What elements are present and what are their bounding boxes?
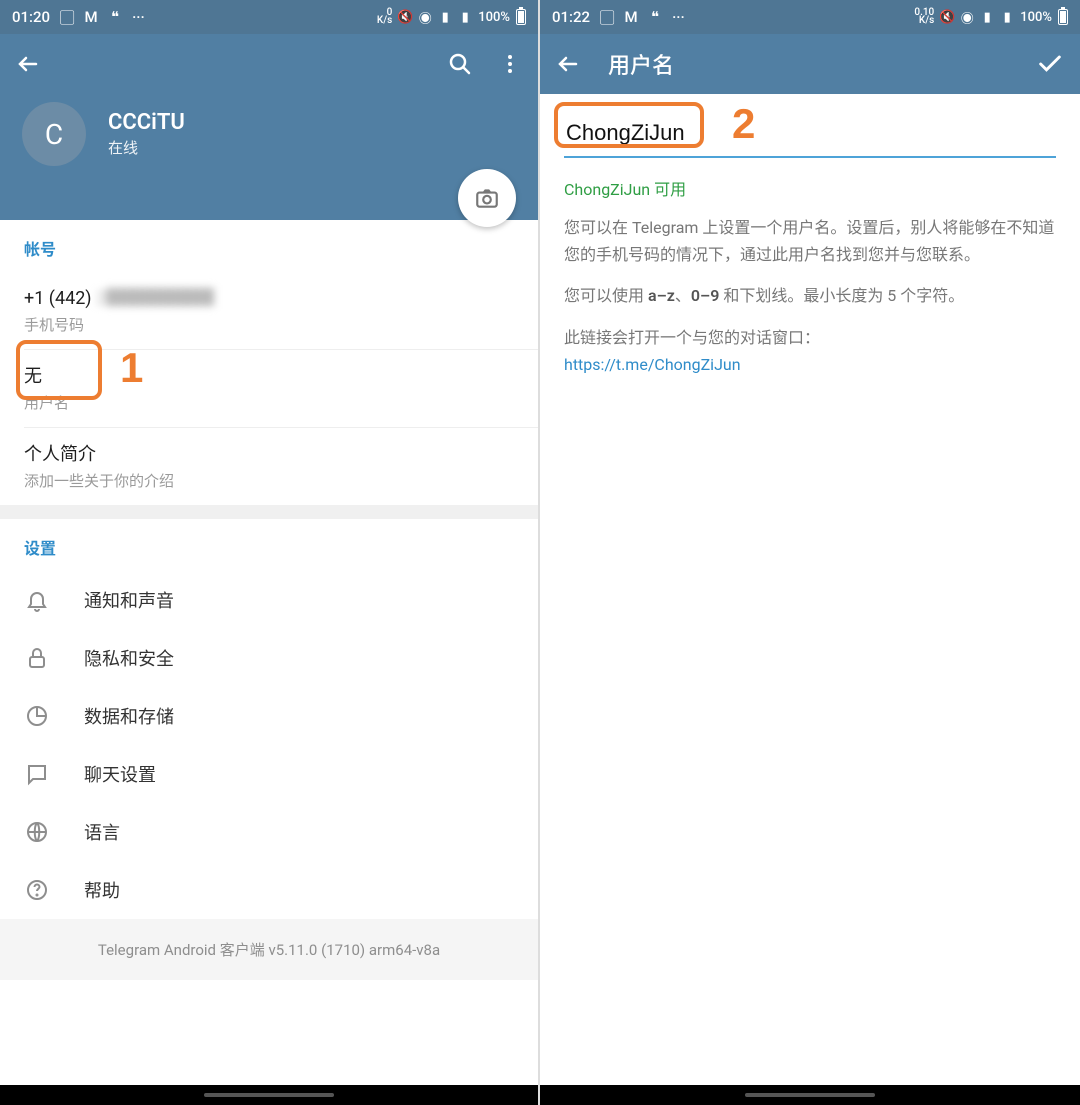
more-indicator: ···: [672, 8, 685, 26]
username-input[interactable]: [564, 114, 1056, 158]
chat-icon: [24, 761, 50, 787]
bio-row[interactable]: 个人简介 添加一些关于你的介绍: [0, 428, 538, 505]
signal2-icon: ▮: [1000, 10, 1014, 24]
net-speed: 0.10 K/s: [914, 9, 934, 25]
bell-icon: [24, 587, 50, 613]
account-section-title: 帐号: [0, 220, 538, 272]
username-link[interactable]: https://t.me/ChongZiJun: [564, 355, 1056, 374]
settings-item-label: 数据和存储: [84, 703, 174, 729]
settings-language[interactable]: 语言: [0, 803, 538, 861]
image-icon: ▢: [60, 10, 74, 24]
profile-header: C CCCiTU 在线: [0, 94, 538, 220]
wifi-icon: ◉: [960, 10, 974, 24]
lock-icon: [24, 645, 50, 671]
settings-notifications[interactable]: 通知和声音: [0, 571, 538, 629]
status-time: 01:22: [552, 8, 590, 26]
android-nav-bar: [0, 1085, 538, 1105]
info-paragraph-1: 您可以在 Telegram 上设置一个用户名。设置后，别人将能够在不知道您的手机…: [564, 214, 1056, 268]
profile-status: 在线: [108, 137, 185, 158]
confirm-button[interactable]: [1036, 50, 1064, 78]
callout-number-2: 2: [732, 100, 755, 148]
bio-title: 个人简介: [24, 440, 514, 466]
more-indicator: ···: [132, 8, 145, 26]
username-label: 用户名: [24, 392, 514, 413]
username-edit-screen: 01:22 ▢ M ❝ ··· 0.10 K/s 🔇 ◉ ▮ ▮ 100% 用户…: [540, 0, 1080, 1105]
username-available: ChongZiJun 可用: [564, 176, 1056, 200]
mail-icon: M: [84, 10, 98, 24]
signal-icon: ▮: [980, 10, 994, 24]
settings-help[interactable]: 帮助: [0, 861, 538, 919]
settings-item-label: 聊天设置: [84, 761, 156, 787]
settings-section-title: 设置: [0, 519, 538, 571]
status-bar: 01:22 ▢ M ❝ ··· 0.10 K/s 🔇 ◉ ▮ ▮ 100%: [540, 0, 1080, 34]
app-bar: 用户名: [540, 34, 1080, 94]
settings-data[interactable]: 数据和存储: [0, 687, 538, 745]
hangouts-icon: ❝: [648, 10, 662, 24]
mute-icon: 🔇: [398, 10, 412, 24]
signal-icon: ▮: [438, 10, 452, 24]
change-photo-button[interactable]: [458, 169, 516, 227]
info-paragraph-3: 此链接会打开一个与您的对话窗口：: [564, 324, 1056, 351]
settings-privacy[interactable]: 隐私和安全: [0, 629, 538, 687]
settings-screen: 01:20 ▢ M ❝ ··· 0 K/s 🔇 ◉ ▮ ▮ 100% C: [0, 0, 540, 1105]
mail-icon: M: [624, 10, 638, 24]
net-speed: 0 K/s: [377, 9, 392, 25]
phone-row[interactable]: +1 (442) 2██████ 手机号码: [0, 272, 538, 349]
mute-icon: 🔇: [940, 10, 954, 24]
battery-percent: 100%: [1020, 10, 1052, 25]
battery-icon: [516, 9, 526, 25]
android-nav-bar: [540, 1085, 1080, 1105]
status-bar: 01:20 ▢ M ❝ ··· 0 K/s 🔇 ◉ ▮ ▮ 100%: [0, 0, 538, 34]
app-bar: [0, 34, 538, 94]
hangouts-icon: ❝: [108, 10, 122, 24]
battery-percent: 100%: [478, 10, 510, 25]
settings-item-label: 隐私和安全: [84, 645, 174, 671]
back-button[interactable]: [556, 52, 580, 76]
settings-item-label: 帮助: [84, 877, 120, 903]
settings-item-label: 通知和声音: [84, 587, 174, 613]
profile-name: CCCiTU: [108, 110, 185, 135]
phone-label: 手机号码: [24, 314, 514, 335]
bio-hint: 添加一些关于你的介绍: [24, 470, 514, 491]
settings-item-label: 语言: [84, 819, 120, 845]
section-gap: [0, 505, 538, 519]
phone-value: +1 (442) 2██████: [24, 284, 514, 310]
signal2-icon: ▮: [458, 10, 472, 24]
info-paragraph-2: 您可以使用 a–z、0–9 和下划线。最小长度为 5 个字符。: [564, 282, 1056, 309]
version-footer: Telegram Android 客户端 v5.11.0 (1710) arm6…: [0, 919, 538, 980]
help-icon: [24, 877, 50, 903]
back-button[interactable]: [16, 52, 40, 76]
avatar-initial: C: [45, 118, 63, 151]
search-button[interactable]: [448, 52, 472, 76]
wifi-icon: ◉: [418, 10, 432, 24]
globe-icon: [24, 819, 50, 845]
screen-title: 用户名: [608, 48, 674, 80]
more-menu-button[interactable]: [498, 52, 522, 76]
battery-icon: [1058, 9, 1068, 25]
username-value: 无: [24, 362, 514, 388]
username-row[interactable]: 无 用户名: [0, 350, 538, 427]
status-time: 01:20: [12, 8, 50, 26]
image-icon: ▢: [600, 10, 614, 24]
avatar[interactable]: C: [22, 102, 86, 166]
settings-chat[interactable]: 聊天设置: [0, 745, 538, 803]
callout-number-1: 1: [120, 344, 143, 392]
pie-icon: [24, 703, 50, 729]
